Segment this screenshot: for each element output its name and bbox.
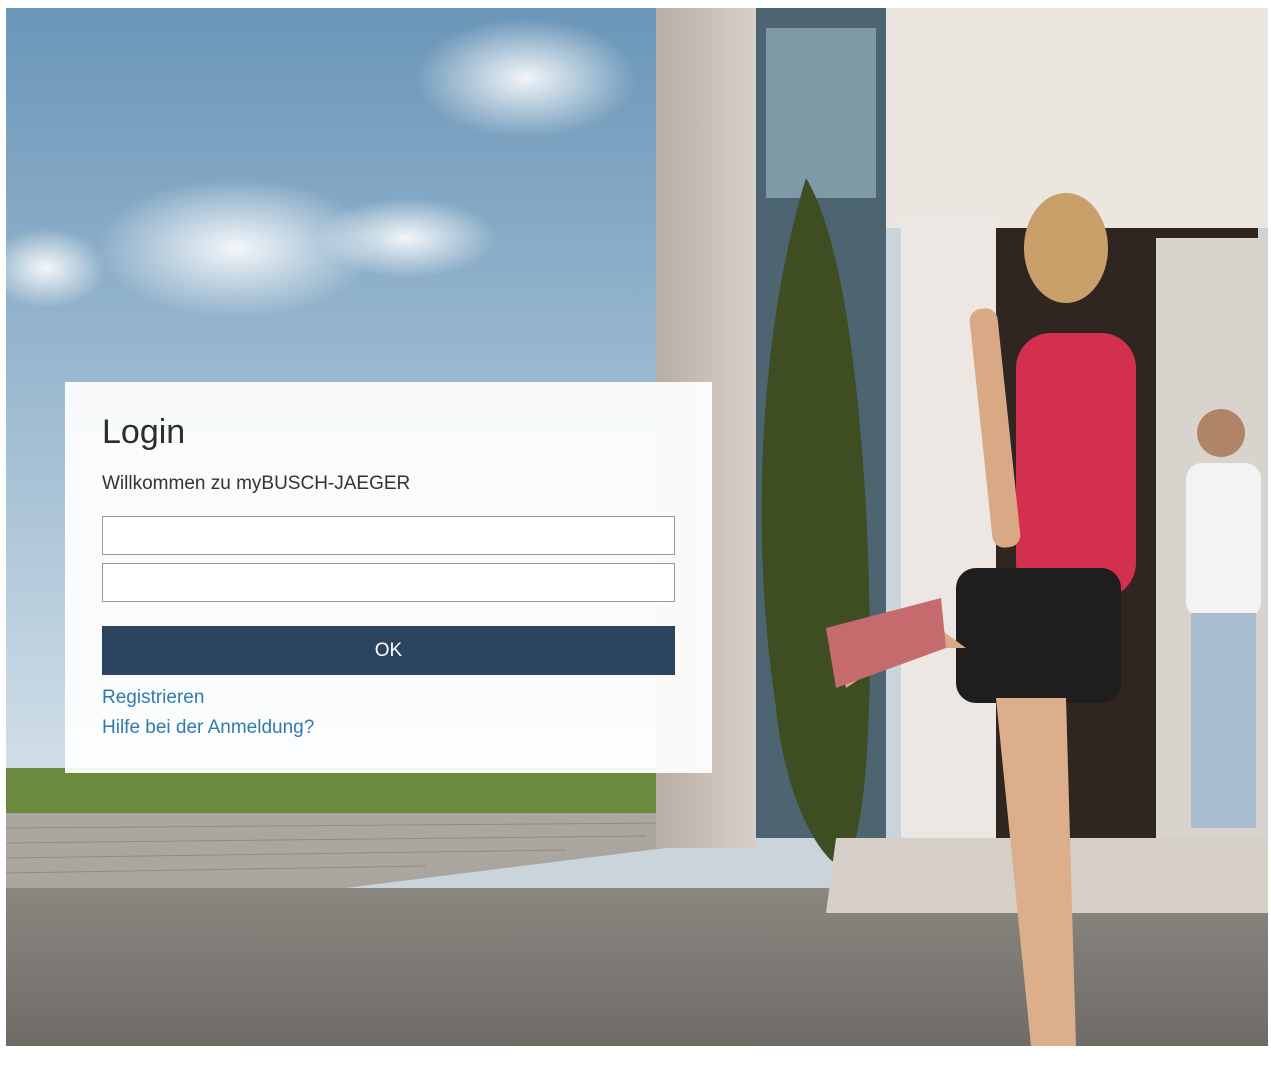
ok-button[interactable]: OK bbox=[102, 626, 675, 675]
password-field[interactable] bbox=[102, 563, 675, 602]
welcome-text: Willkommen zu myBUSCH-JAEGER bbox=[102, 473, 411, 494]
login-title: Login bbox=[102, 413, 186, 451]
register-link[interactable]: Registrieren bbox=[102, 686, 204, 710]
login-panel: Login Willkommen zu myBUSCH-JAEGER OK Re… bbox=[65, 382, 712, 773]
login-help-link[interactable]: Hilfe bei der Anmeldung? bbox=[102, 716, 314, 740]
username-field[interactable] bbox=[102, 516, 675, 555]
